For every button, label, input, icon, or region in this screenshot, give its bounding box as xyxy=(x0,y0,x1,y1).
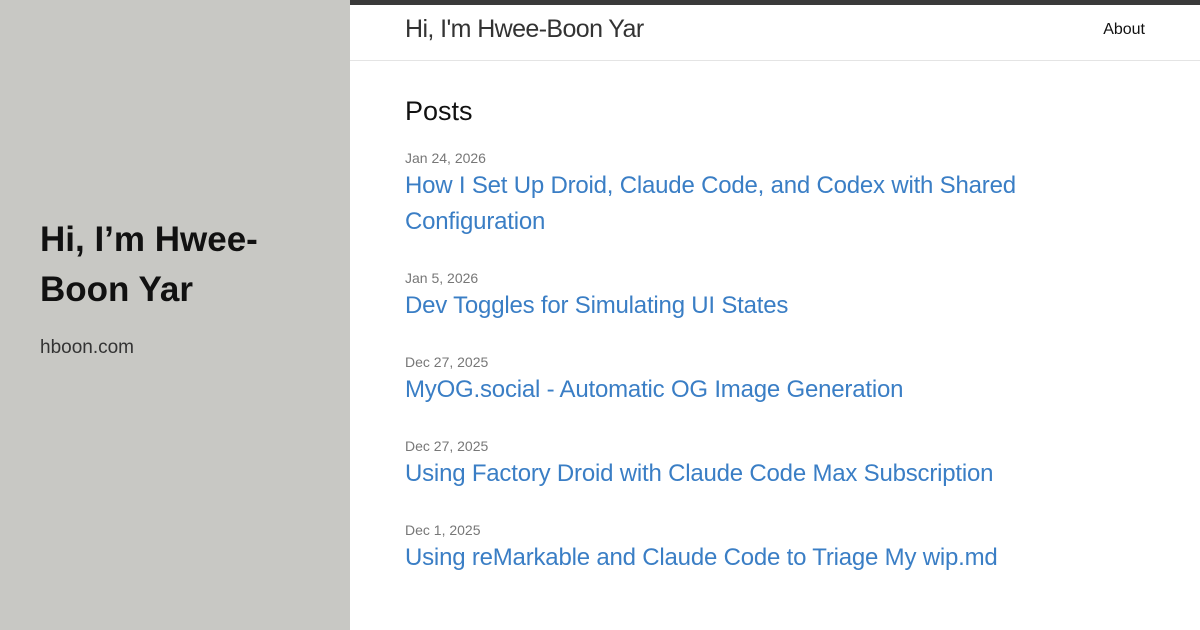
post-item: Dec 27, 2025 Using Factory Droid with Cl… xyxy=(405,438,1145,492)
site-title-link[interactable]: Hi, I'm Hwee-Boon Yar xyxy=(405,15,644,44)
post-item: Jan 24, 2026 How I Set Up Droid, Claude … xyxy=(405,150,1145,240)
post-title-link[interactable]: Using reMarkable and Claude Code to Tria… xyxy=(405,540,1145,576)
main-panel: Hi, I'm Hwee-Boon Yar About Posts Jan 24… xyxy=(350,0,1200,630)
post-item: Dec 1, 2025 Using reMarkable and Claude … xyxy=(405,522,1145,576)
nav-about-link[interactable]: About xyxy=(1103,21,1145,39)
post-date: Dec 27, 2025 xyxy=(405,354,489,370)
sidebar-title: Hi, I’m Hwee-Boon Yar xyxy=(40,220,258,309)
post-title-link[interactable]: Using Factory Droid with Claude Code Max… xyxy=(405,456,1145,492)
post-date: Jan 24, 2026 xyxy=(405,150,486,166)
post-title-link[interactable]: MyOG.social - Automatic OG Image Generat… xyxy=(405,372,1145,408)
og-sidebar: Hi, I’m Hwee-Boon Yar hboon.com xyxy=(0,0,350,630)
post-title-link[interactable]: Dev Toggles for Simulating UI States xyxy=(405,288,1145,324)
post-item: Dec 27, 2025 MyOG.social - Automatic OG … xyxy=(405,354,1145,408)
posts-section: Posts Jan 24, 2026 How I Set Up Droid, C… xyxy=(405,94,1145,606)
post-date: Jan 5, 2026 xyxy=(405,270,479,286)
post-item: Jan 5, 2026 Dev Toggles for Simulating U… xyxy=(405,270,1145,324)
post-list: Jan 24, 2026 How I Set Up Droid, Claude … xyxy=(405,150,1145,576)
page: Hi, I’m Hwee-Boon Yar hboon.com Hi, I'm … xyxy=(0,0,1200,630)
post-date: Dec 1, 2025 xyxy=(405,522,481,538)
post-date: Dec 27, 2025 xyxy=(405,438,489,454)
site-header: Hi, I'm Hwee-Boon Yar About xyxy=(350,5,1200,61)
post-title-link[interactable]: How I Set Up Droid, Claude Code, and Cod… xyxy=(405,168,1145,240)
posts-heading: Posts xyxy=(405,96,473,126)
sidebar-url: hboon.com xyxy=(40,337,135,358)
